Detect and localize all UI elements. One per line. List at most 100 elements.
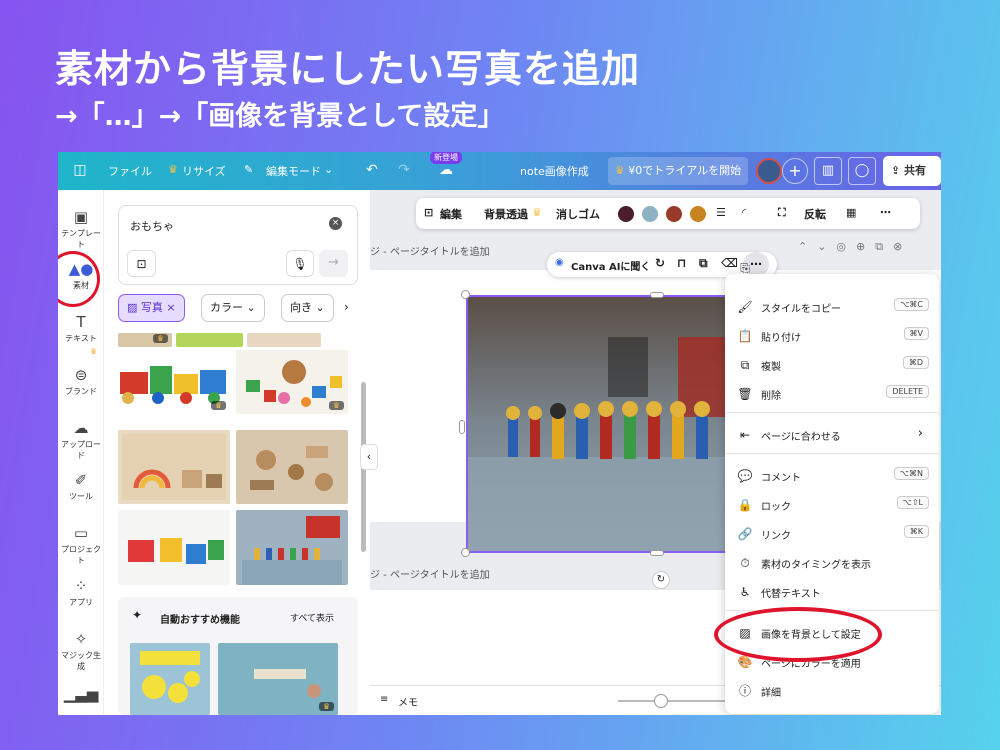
search-box[interactable]: おもちゃ × ⊡ 🎙 → [118, 205, 358, 285]
image-toolbar: ⊡ 編集 背景透過 ♛ 消しゴム ☰ ◜ ⛶ 反転 ▦ ⋯ [416, 198, 920, 229]
menu-item-comment[interactable]: 💬 コメント ⌥⌘N [725, 461, 939, 490]
menu-item-copy-style[interactable]: 🖌 スタイルをコピー ⌥⌘C [725, 292, 939, 321]
image-thumbnail[interactable] [236, 510, 348, 585]
crown-icon: ♛ [328, 401, 344, 410]
zoom-slider-track[interactable] [618, 700, 728, 702]
image-search-icon[interactable]: ⊡ [127, 250, 156, 277]
image-thumbnail[interactable] [236, 430, 348, 504]
insights-chart-icon[interactable]: ▥ [814, 157, 842, 185]
page-action-icons[interactable]: ⌃⌄◎⊕⧉⊗ [798, 240, 912, 254]
edit-button[interactable]: 編集 [440, 206, 462, 222]
rail-item-projects[interactable]: ▭ プロジェクト [58, 524, 104, 566]
photo-icon: ▨ [127, 301, 141, 314]
sidebar-toggle-icon[interactable]: ◫ [70, 160, 90, 180]
upload-icon: ☁ [73, 419, 89, 437]
image-thumbnail[interactable] [130, 643, 210, 715]
share-button[interactable]: ⇪ 共有 [883, 156, 941, 186]
apps-icon: ⁘ [74, 577, 88, 595]
resize-handle[interactable] [650, 292, 664, 298]
elements-panel: おもちゃ × ⊡ 🎙 → ▨ 写真 × カラー ⌄ 向き ⌄ › ♛ ♛ ♛ ✦ [104, 190, 370, 715]
see-all-link[interactable]: すべて表示 [290, 611, 334, 624]
remove-chip-icon[interactable]: × [163, 301, 175, 314]
image-thumbnail[interactable] [118, 510, 230, 585]
bg-remove-button[interactable]: 背景透過 [484, 206, 528, 222]
document-title[interactable]: note画像作成 [520, 163, 589, 179]
color-swatch[interactable] [618, 206, 634, 222]
more-options-icon[interactable]: ⋯ [880, 206, 891, 219]
undo-icon[interactable]: ↶ [362, 160, 382, 180]
start-trial-button[interactable]: ♛ ¥0でトライアルを開始 [608, 157, 748, 185]
rail-item-templates[interactable]: ▣ テンプレート [58, 208, 104, 250]
resize-handle[interactable] [459, 420, 465, 434]
search-input[interactable]: おもちゃ [130, 218, 174, 234]
add-collaborator-button[interactable]: + [782, 158, 808, 184]
page-title[interactable]: ジ - ページタイトルを追加 [370, 243, 490, 258]
page-2-title[interactable]: ジ - ページタイトルを追加 [370, 566, 490, 581]
eraser-button[interactable]: 消しゴム [556, 206, 600, 222]
rail-item-upload[interactable]: ☁ アップロード [58, 419, 104, 461]
resize-menu[interactable]: リサイズ [182, 163, 226, 179]
zoom-slider-thumb[interactable] [654, 694, 668, 708]
rail-item-tools[interactable]: ✐ ツール [58, 471, 104, 502]
chevron-right-icon[interactable]: › [344, 300, 349, 314]
chip-photo[interactable]: ▨ 写真 × [118, 294, 185, 322]
rail-item-more[interactable]: ▁▃▅ [58, 685, 104, 705]
chip-color[interactable]: カラー ⌄ [201, 294, 265, 322]
menu-item-details[interactable]: ⓘ 詳細 [725, 676, 939, 705]
rotate-refresh-icon[interactable]: ↻ [655, 256, 665, 270]
avatar[interactable] [756, 158, 782, 184]
duplicate-icon: ⧉ [740, 358, 750, 372]
crop-icon[interactable]: ⛶ [778, 206, 786, 220]
image-thumbnail[interactable] [118, 430, 230, 504]
menu-item-delete[interactable]: 🗑 削除 DELETE [725, 379, 939, 408]
image-thumbnail[interactable]: ♛ [118, 333, 172, 347]
color-swatch[interactable] [690, 206, 706, 222]
duplicate-icon[interactable]: ⧉ [699, 256, 708, 271]
rail-item-magic[interactable]: ✧ マジック生成 [58, 630, 104, 672]
highlight-circle [714, 607, 882, 662]
corner-rounding-icon[interactable]: ◜ [742, 206, 746, 219]
collapse-panel-button[interactable]: ‹ [360, 444, 378, 470]
menu-item-alt-text[interactable]: ♿ 代替テキスト [725, 577, 939, 606]
menu-item-paste[interactable]: 📋 貼り付け ⌘V [725, 321, 939, 350]
clipboard-icon: 📋 [737, 329, 753, 343]
chip-orientation[interactable]: 向き ⌄ [281, 294, 334, 322]
rail-item-apps[interactable]: ⁘ アプリ [58, 577, 104, 608]
microphone-icon[interactable]: 🎙 [286, 250, 314, 277]
link-icon: 🔗 [737, 527, 753, 541]
resize-handle[interactable] [461, 548, 470, 557]
menu-item-copy[interactable]: ⎘ [725, 260, 939, 284]
comment-icon[interactable]: ◯ [848, 157, 876, 185]
image-thumbnail[interactable] [176, 333, 243, 347]
resize-handle[interactable] [650, 550, 664, 556]
image-thumbnail[interactable] [247, 333, 321, 347]
menu-item-lock[interactable]: 🔒 ロック ⌥⇧L [725, 490, 939, 519]
menu-item-fit-page[interactable]: ⇤ ページに合わせる › [725, 420, 939, 449]
menu-item-duplicate[interactable]: ⧉ 複製 ⌘D [725, 350, 939, 379]
rotate-handle-icon[interactable]: ↻ [652, 571, 670, 589]
resize-handle[interactable] [461, 290, 470, 299]
menu-item-timing[interactable]: ⏱ 素材のタイミングを表示 [725, 548, 939, 577]
redo-icon[interactable]: ↷ [394, 160, 414, 180]
lock-icon[interactable]: ⊓ [677, 256, 687, 270]
notes-button[interactable]: メモ [398, 694, 418, 709]
selected-photo[interactable] [466, 295, 746, 553]
file-menu[interactable]: ファイル [108, 163, 152, 179]
color-swatch[interactable] [666, 206, 682, 222]
border-weight-icon[interactable]: ☰ [716, 206, 726, 219]
clear-search-icon[interactable]: × [329, 217, 342, 230]
edit-mode-menu[interactable]: 編集モード [266, 163, 321, 179]
ask-ai-button[interactable]: Canva AIに聞く [571, 258, 650, 273]
transparency-icon[interactable]: ▦ [846, 206, 856, 219]
rail-item-text[interactable]: T テキスト [58, 313, 104, 344]
image-thumbnail[interactable]: ♛ [118, 350, 230, 414]
flip-button[interactable]: 反転 [804, 206, 826, 222]
arrow-right-icon[interactable]: → [319, 250, 348, 277]
image-thumbnail[interactable]: ♛ [218, 643, 338, 715]
rail-item-brand[interactable]: ⊜ ブランド [58, 366, 104, 397]
image-thumbnail[interactable]: ♛ [236, 350, 348, 414]
new-badge: 新登場 [430, 152, 462, 164]
top-bar: ◫ ファイル ♛ リサイズ ✎ 編集モード ⌄ ↶ ↷ ☁ 新登場 note画像… [58, 152, 941, 190]
menu-item-link[interactable]: 🔗 リンク ⌘K [725, 519, 939, 548]
color-swatch[interactable] [642, 206, 658, 222]
